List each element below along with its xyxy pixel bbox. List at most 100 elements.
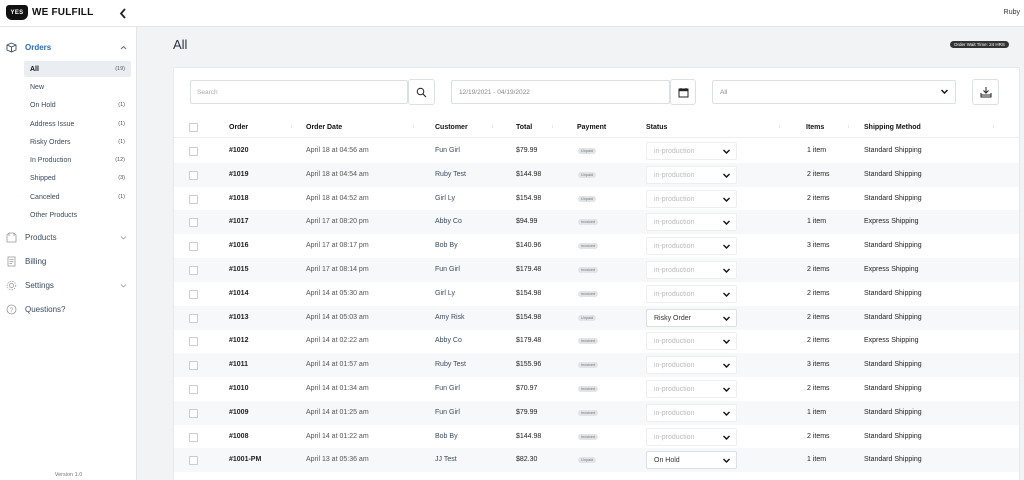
status-select[interactable]: in-production: [646, 165, 737, 184]
status-select[interactable]: in-production: [646, 427, 737, 446]
table-row[interactable]: #1011 April 14 at 01:57 am Ruby Test $155.9…: [174, 353, 1019, 378]
sidebar-item-orders[interactable]: Orders: [0, 37, 137, 57]
sidebar-subitem-address-issue[interactable]: Address Issue (1): [24, 116, 131, 132]
column-header-customer[interactable]: Customer: [435, 124, 468, 131]
order-date: April 14 at 01:34 am: [306, 385, 369, 392]
sidebar-item-products[interactable]: Products: [0, 227, 137, 247]
sidebar-subitem-canceled[interactable]: Canceled (1): [24, 189, 131, 205]
order-number-link[interactable]: #1012: [229, 337, 248, 344]
status-select[interactable]: in-production: [646, 189, 737, 208]
order-number-link[interactable]: #1017: [229, 218, 248, 225]
order-number-link[interactable]: #1016: [229, 242, 248, 249]
table-row[interactable]: #1020 April 18 at 04:56 am Fun Girl $79.99 U…: [174, 139, 1019, 163]
table-row[interactable]: #1010 April 14 at 01:34 am Fun Girl $70.97 I…: [174, 377, 1019, 401]
row-checkbox[interactable]: [189, 313, 198, 323]
select-all-checkbox[interactable]: [189, 123, 198, 132]
table-row[interactable]: #1019 April 18 at 04:54 am Ruby Test $144.9…: [174, 162, 1019, 187]
table-row[interactable]: #1008 April 14 at 01:22 am Bob By $144.98 In…: [174, 425, 1019, 449]
sidebar-subitem-new[interactable]: New: [24, 79, 131, 95]
row-checkbox[interactable]: [189, 170, 198, 180]
search-input[interactable]: Search: [190, 80, 408, 104]
row-checkbox[interactable]: [189, 408, 198, 418]
sort-icon[interactable]: ↕: [992, 124, 995, 130]
order-number-link[interactable]: #1015: [229, 266, 248, 273]
table-row[interactable]: #1017 April 17 at 08:20 pm Abby Co $94.99 In…: [174, 210, 1019, 235]
chevron-down-icon: [722, 171, 731, 182]
column-header-total[interactable]: Total: [516, 124, 532, 131]
user-menu[interactable]: Ruby: [1004, 9, 1020, 16]
status-select[interactable]: in-production: [646, 403, 737, 422]
order-number-link[interactable]: #1011: [229, 361, 248, 368]
sidebar-item-billing[interactable]: Billing: [0, 251, 137, 271]
order-number-link[interactable]: #1019: [229, 171, 248, 178]
table-row[interactable]: #1015 April 17 at 08:14 pm Fun Girl $179.48…: [174, 258, 1019, 282]
sidebar-subitem-shipped[interactable]: Shipped (3): [24, 170, 131, 186]
status-select[interactable]: On Hold: [646, 451, 737, 470]
status-select[interactable]: in-production: [646, 380, 737, 398]
table-row[interactable]: #1016 April 17 at 08:17 pm Bob By $140.96 In…: [174, 234, 1019, 258]
status-select[interactable]: in-production: [646, 142, 737, 160]
column-header-order-date[interactable]: Order Date: [306, 124, 342, 131]
row-checkbox[interactable]: [189, 385, 198, 394]
order-number-link[interactable]: #1014: [229, 290, 248, 297]
sort-icon[interactable]: ↕: [412, 124, 415, 130]
column-header-payment[interactable]: Payment: [577, 124, 606, 131]
column-header-items[interactable]: Items: [806, 124, 824, 131]
sort-icon[interactable]: ↕: [491, 124, 494, 130]
sidebar-subitem-other-products[interactable]: Other Products: [24, 207, 131, 223]
sidebar-subitem-risky-orders[interactable]: Risky Orders (1): [24, 134, 131, 150]
order-number-link[interactable]: #1010: [229, 385, 248, 392]
table-row[interactable]: #1014 April 14 at 05:30 am Girl Ly $154.98 I…: [174, 282, 1019, 306]
status-select[interactable]: Risky Order: [646, 308, 737, 327]
payment-status-badge: Unpaid: [578, 195, 597, 202]
order-number-link[interactable]: #1001-PM: [229, 456, 261, 463]
order-number-link[interactable]: #1008: [229, 433, 248, 440]
table-row[interactable]: #1012 April 14 at 02:22 am Abby Co $179.48 I…: [174, 329, 1019, 353]
subitem-count: (1): [118, 194, 125, 200]
sidebar-item-settings[interactable]: Settings: [0, 275, 137, 295]
status-select[interactable]: in-production: [646, 284, 737, 303]
sort-icon[interactable]: ↕: [847, 124, 850, 130]
sort-icon[interactable]: ↕: [551, 124, 554, 130]
sidebar-subitem-in-production[interactable]: In Production (12): [24, 152, 131, 168]
status-select[interactable]: in-production: [646, 356, 737, 375]
date-range-input[interactable]: 12/19/2021 - 04/19/2022: [451, 80, 670, 104]
column-header-order[interactable]: Order: [229, 124, 248, 131]
row-checkbox[interactable]: [189, 456, 198, 466]
row-checkbox[interactable]: [189, 337, 198, 347]
row-checkbox[interactable]: [189, 266, 198, 275]
row-checkbox[interactable]: [189, 218, 198, 228]
calendar-button[interactable]: [670, 79, 696, 105]
sort-icon[interactable]: ↕: [778, 124, 781, 130]
sort-icon[interactable]: ↕: [290, 124, 293, 130]
column-header-shipping-method[interactable]: Shipping Method: [864, 124, 921, 131]
row-checkbox[interactable]: [189, 194, 198, 204]
order-total: $79.99: [516, 408, 538, 416]
status-select[interactable]: in-production: [646, 213, 737, 232]
column-header-status[interactable]: Status: [646, 124, 667, 131]
row-checkbox[interactable]: [189, 289, 198, 299]
logo[interactable]: YES WE FULFILL: [6, 5, 93, 20]
table-row[interactable]: #1013 April 14 at 05:03 am Amy Risk $154.98…: [174, 305, 1019, 330]
status-select[interactable]: in-production: [646, 237, 737, 256]
row-checkbox[interactable]: [189, 361, 198, 371]
sidebar-subitem-all[interactable]: All (19): [24, 61, 131, 77]
order-number-link[interactable]: #1009: [229, 409, 248, 416]
collapse-sidebar-button[interactable]: [117, 6, 129, 20]
table-row[interactable]: #1009 April 14 at 01:25 am Fun Girl $79.99 I…: [174, 400, 1019, 425]
sidebar-item-questions[interactable]: ? Questions?: [0, 299, 137, 319]
status-select[interactable]: in-production: [646, 261, 737, 279]
status-select[interactable]: in-production: [646, 332, 737, 351]
status-filter-select[interactable]: All: [712, 80, 956, 104]
row-checkbox[interactable]: [189, 147, 198, 156]
export-button[interactable]: [972, 79, 999, 105]
table-row[interactable]: #1018 April 18 at 04:52 am Girl Ly $154.98 U…: [174, 187, 1019, 211]
row-checkbox[interactable]: [189, 242, 198, 252]
row-checkbox[interactable]: [189, 432, 198, 442]
table-row[interactable]: #1001-PM April 13 at 05:36 am JJ Test $82.3…: [174, 448, 1019, 473]
order-number-link[interactable]: #1018: [229, 195, 248, 202]
order-number-link[interactable]: #1020: [229, 147, 248, 154]
order-number-link[interactable]: #1013: [229, 314, 248, 321]
sidebar-subitem-on-hold[interactable]: On Hold (1): [24, 97, 131, 113]
search-button[interactable]: [408, 79, 435, 105]
